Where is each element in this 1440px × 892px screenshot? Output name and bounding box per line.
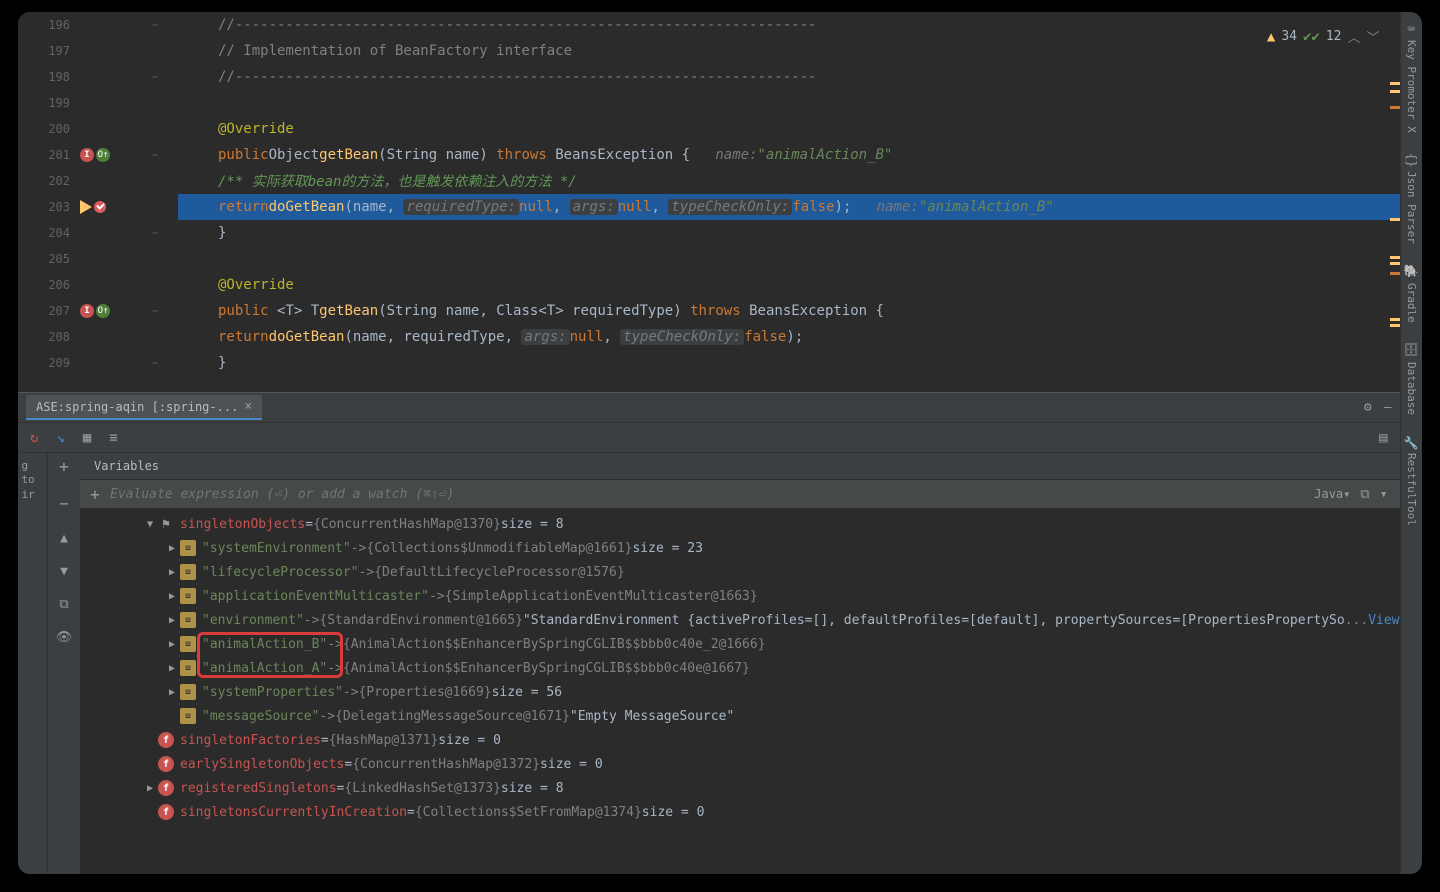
variable-row[interactable]: ≡"lifecycleProcessor" -> {DefaultLifecyc…: [80, 560, 1400, 584]
field-icon: f: [158, 804, 174, 820]
history-icon[interactable]: ⧉: [1360, 487, 1369, 502]
debug-frames-gutter: g to ir: [18, 453, 48, 874]
watch-icon[interactable]: 👁: [56, 630, 73, 645]
debug-tabs: ASE:spring-aqin [:spring-... × ⚙ —: [18, 393, 1400, 423]
main-area: ▲ 34 ✔✔ 12 ︿ ﹀ 196−197198−199200201IO↑−2…: [18, 12, 1400, 874]
debug-variables-pane: Variables + Java▾ ⧉ ▾ ⚑singletonObjects …: [80, 453, 1400, 874]
add-expression-button[interactable]: +: [80, 485, 110, 504]
pin-icon: ⚑: [158, 516, 174, 532]
remove-watch-icon[interactable]: −: [59, 494, 69, 513]
debug-body: g to ir + − ▲ ▼ ⧉ 👁 Variables +: [18, 453, 1400, 874]
map-entry-icon: ≡: [180, 684, 196, 700]
ide-window: ▲ 34 ✔✔ 12 ︿ ﹀ 196−197198−199200201IO↑−2…: [18, 12, 1422, 874]
map-entry-icon: ≡: [180, 660, 196, 676]
list-view-icon[interactable]: ≡: [109, 430, 117, 446]
editor-gutter[interactable]: 196−197198−199200201IO↑−202203204−205206…: [18, 12, 178, 392]
debug-settings-icon[interactable]: ⚙: [1364, 400, 1372, 415]
variable-row[interactable]: fsingletonsCurrentlyInCreation = {Collec…: [80, 800, 1400, 824]
map-entry-icon: ≡: [180, 708, 196, 724]
debug-toolbar: ↻ ↘ ▦ ≡ ▤: [18, 423, 1400, 453]
layout-settings-icon[interactable]: ▤: [1379, 430, 1387, 446]
add-watch-icon[interactable]: +: [59, 457, 69, 476]
expand-arrow-icon[interactable]: [164, 567, 180, 578]
watch-input-row: + Java▾ ⧉ ▾: [80, 480, 1400, 508]
field-icon: f: [158, 732, 174, 748]
editor-pane[interactable]: ▲ 34 ✔✔ 12 ︿ ﹀ 196−197198−199200201IO↑−2…: [18, 12, 1400, 392]
check-icon[interactable]: ✔✔: [1303, 29, 1320, 45]
toolwindow-key-promoter-x[interactable]: ⌨Key Promoter X: [1404, 22, 1418, 133]
breakpoint-icon[interactable]: [94, 201, 106, 213]
expand-arrow-icon[interactable]: [164, 663, 180, 674]
warning-count[interactable]: 34: [1281, 29, 1297, 44]
right-toolwindow-bar: ⌨Key Promoter X {}Json Parser 🐘Gradle 🗄Data…: [1400, 12, 1422, 874]
field-icon: f: [158, 780, 174, 796]
language-selector[interactable]: Java▾: [1314, 487, 1350, 501]
toolwindow-json-parser[interactable]: {}Json Parser: [1404, 153, 1418, 244]
watch-expression-input[interactable]: [110, 487, 1314, 502]
editor-inspections: ▲ 34 ✔✔ 12 ︿ ﹀: [1267, 27, 1380, 46]
execution-point-icon: [80, 200, 92, 214]
code-content[interactable]: //--------------------------------------…: [178, 12, 1400, 392]
debug-side-actions: + − ▲ ▼ ⧉ 👁: [48, 453, 80, 874]
step-icon[interactable]: ↘: [56, 430, 64, 446]
close-tab-icon[interactable]: ×: [244, 399, 252, 414]
expand-arrow-icon[interactable]: [142, 783, 158, 794]
map-entry-icon: ≡: [180, 588, 196, 604]
frames-text: g to ir: [22, 459, 44, 502]
map-entry-icon: ≡: [180, 612, 196, 628]
check-count[interactable]: 12: [1326, 29, 1342, 44]
code-area: 196−197198−199200201IO↑−202203204−205206…: [18, 12, 1400, 392]
restart-frame-icon[interactable]: ↻: [30, 430, 38, 446]
variables-tree[interactable]: ⚑singletonObjects = {ConcurrentHashMap@1…: [80, 508, 1400, 874]
debug-run-tab[interactable]: ASE:spring-aqin [:spring-... ×: [26, 395, 262, 420]
debug-tab-label: ASE:spring-aqin [:spring-...: [36, 400, 238, 414]
variable-row[interactable]: ≡"environment" -> {StandardEnvironment@1…: [80, 608, 1400, 632]
variable-row[interactable]: ≡"systemEnvironment" -> {Collections$Unm…: [80, 536, 1400, 560]
expand-arrow-icon[interactable]: [164, 591, 180, 602]
variable-row[interactable]: ≡"animalAction_B" -> {AnimalAction$$Enha…: [80, 632, 1400, 656]
implements-icon[interactable]: I: [80, 304, 94, 318]
copy-icon[interactable]: ⧉: [59, 597, 68, 612]
map-entry-icon: ≡: [180, 636, 196, 652]
expand-arrow-icon[interactable]: [164, 615, 180, 626]
expand-arrow-icon[interactable]: [142, 519, 158, 530]
toolwindow-gradle[interactable]: 🐘Gradle: [1404, 264, 1418, 322]
debug-panel: ASE:spring-aqin [:spring-... × ⚙ — ↻ ↘ ▦…: [18, 392, 1400, 874]
variable-row[interactable]: ≡"animalAction_A" -> {AnimalAction$$Enha…: [80, 656, 1400, 680]
variable-row[interactable]: fregisteredSingletons = {LinkedHashSet@1…: [80, 776, 1400, 800]
toolwindow-restfultool[interactable]: 🔧RestfulTool: [1404, 435, 1418, 527]
debug-minimize-icon[interactable]: —: [1384, 400, 1392, 415]
expand-arrow-icon[interactable]: [164, 639, 180, 650]
variable-row[interactable]: fsingletonFactories = {HashMap@1371} siz…: [80, 728, 1400, 752]
variables-header: Variables: [80, 453, 1400, 480]
variable-row[interactable]: fearlySingletonObjects = {ConcurrentHash…: [80, 752, 1400, 776]
next-highlight-icon[interactable]: ﹀: [1367, 27, 1380, 46]
expand-arrow-icon[interactable]: [164, 543, 180, 554]
toolwindow-database[interactable]: 🗄Database: [1404, 342, 1418, 414]
variable-row[interactable]: ≡"applicationEventMulticaster" -> {Simpl…: [80, 584, 1400, 608]
variable-row[interactable]: ⚑singletonObjects = {ConcurrentHashMap@1…: [80, 512, 1400, 536]
override-icon[interactable]: O↑: [96, 148, 110, 162]
override-icon[interactable]: O↑: [96, 304, 110, 318]
implements-icon[interactable]: I: [80, 148, 94, 162]
expand-icon[interactable]: ▾: [1380, 487, 1388, 502]
warning-icon[interactable]: ▲: [1267, 29, 1275, 45]
field-icon: f: [158, 756, 174, 772]
nav-up-icon[interactable]: ▲: [60, 531, 68, 546]
variable-row[interactable]: ≡"systemProperties" -> {Properties@1669}…: [80, 680, 1400, 704]
prev-highlight-icon[interactable]: ︿: [1347, 27, 1360, 46]
nav-down-icon[interactable]: ▼: [60, 564, 68, 579]
table-view-icon[interactable]: ▦: [83, 430, 91, 446]
expand-arrow-icon[interactable]: [164, 687, 180, 698]
variable-row[interactable]: ≡"messageSource" -> {DelegatingMessageSo…: [80, 704, 1400, 728]
map-entry-icon: ≡: [180, 540, 196, 556]
map-entry-icon: ≡: [180, 564, 196, 580]
minimap[interactable]: [1386, 22, 1400, 392]
